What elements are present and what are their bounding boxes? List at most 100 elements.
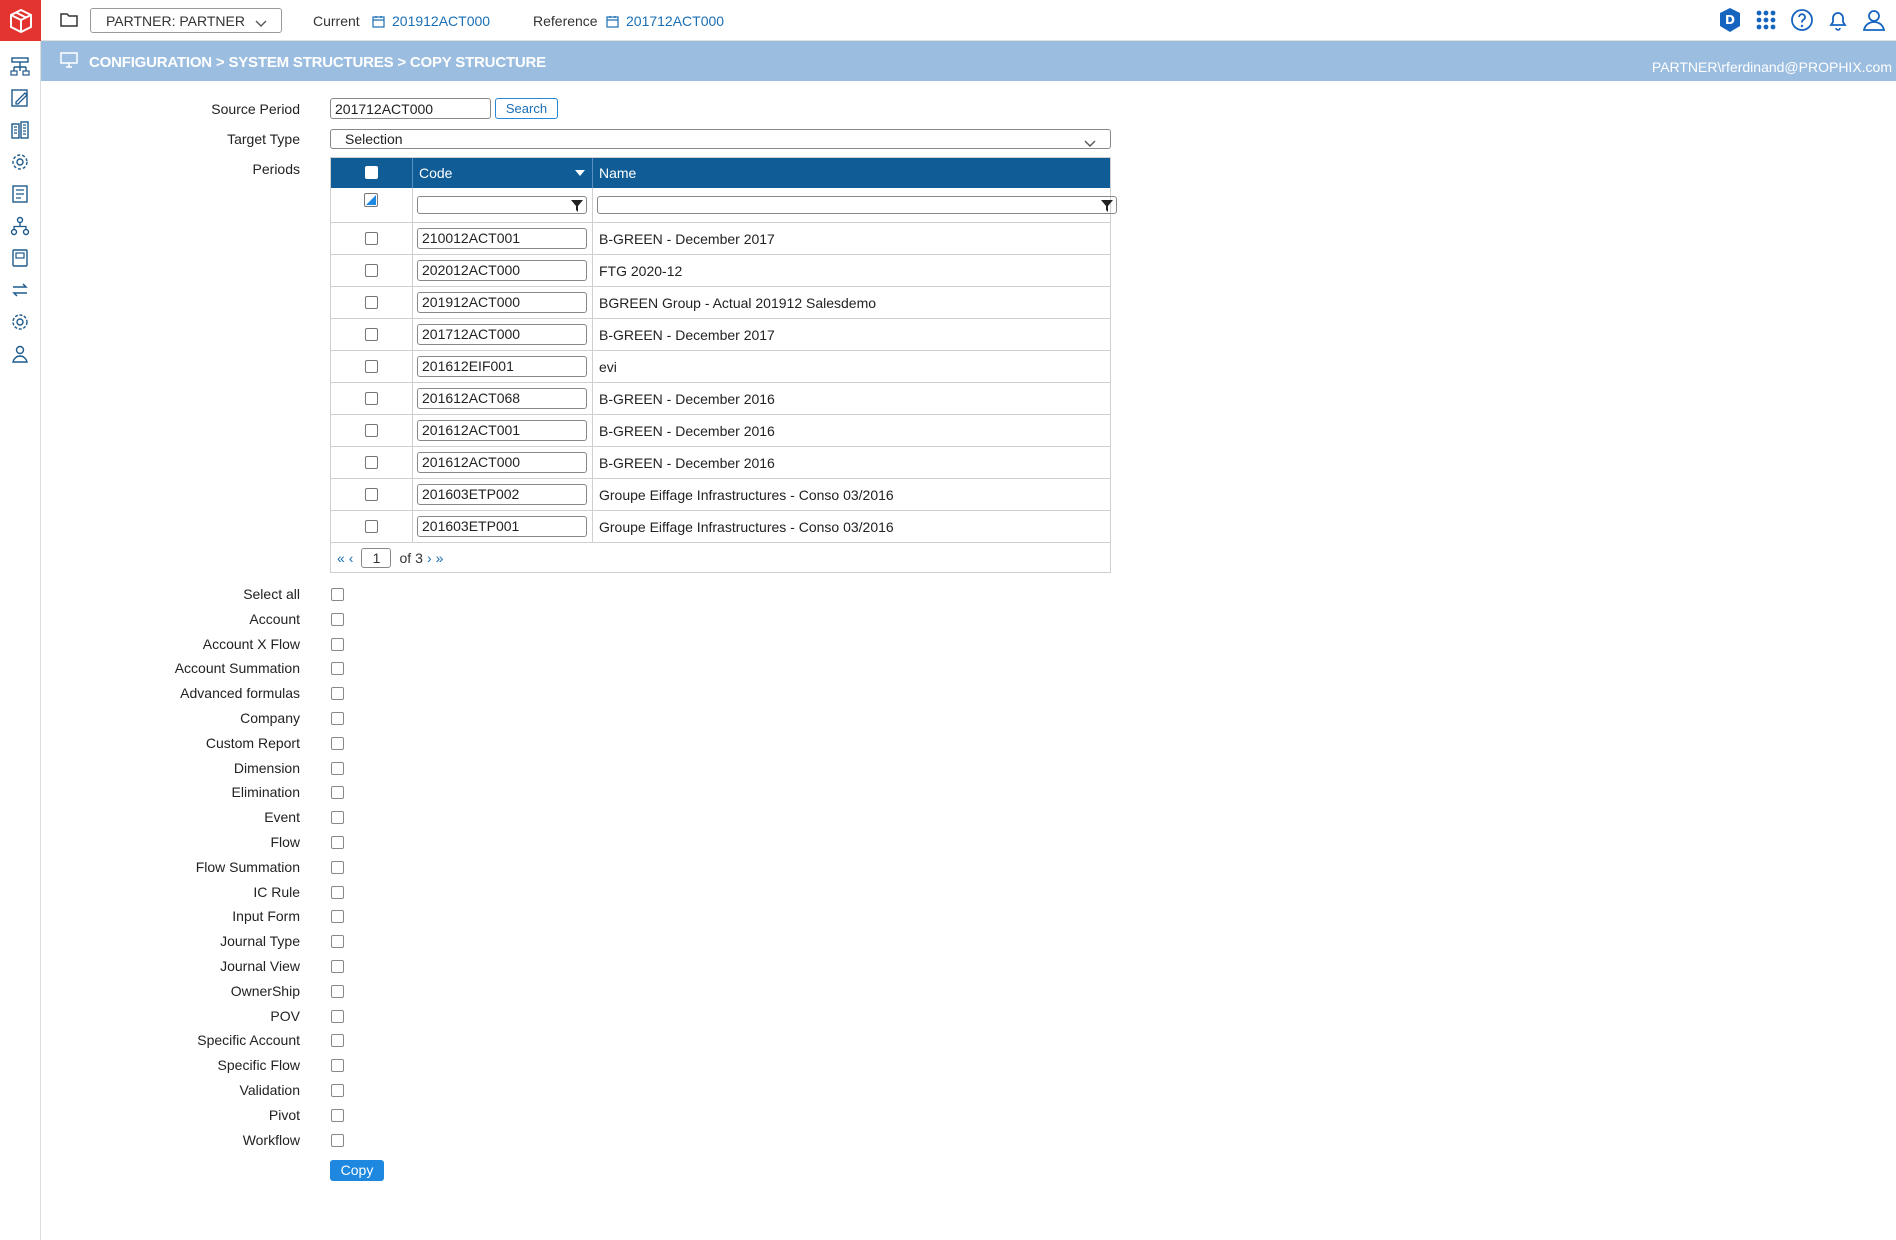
table-row[interactable]: 201612ACT001 B-GREEN - December 2016 [331, 414, 1110, 447]
filter-toggle-icon[interactable] [364, 193, 378, 207]
org-chart-icon[interactable] [9, 215, 31, 237]
option-checkbox-event[interactable] [331, 811, 344, 824]
report-icon[interactable] [9, 183, 31, 205]
partner-select[interactable]: PARTNER: PARTNER [90, 8, 282, 33]
target-type-select[interactable]: Selection [330, 129, 1111, 149]
option-checkbox-account[interactable] [331, 613, 344, 626]
help-icon[interactable] [1788, 6, 1816, 34]
table-row[interactable]: 201612ACT000 B-GREEN - December 2016 [331, 446, 1110, 479]
select-all-periods-checkbox[interactable] [365, 166, 378, 179]
option-checkbox-select-all[interactable] [331, 588, 344, 601]
option-checkbox-journal-type[interactable] [331, 935, 344, 948]
name-filter-cell [593, 188, 1117, 222]
user-badge-icon[interactable]: D [1716, 6, 1744, 34]
app-logo[interactable] [0, 0, 41, 41]
option-checkbox-workflow[interactable] [331, 1134, 344, 1147]
pager-page-input[interactable]: 1 [361, 547, 392, 568]
option-label-validation: Validation [239, 1082, 300, 1098]
row-code-input[interactable]: 202012ACT000 [417, 259, 587, 281]
option-checkbox-specific-account[interactable] [331, 1034, 344, 1047]
row-code-input[interactable]: 201603ETP001 [417, 515, 587, 537]
table-row[interactable]: 202012ACT000 FTG 2020-12 [331, 254, 1110, 287]
left-nav [0, 0, 41, 1240]
table-row[interactable]: 201603ETP002 Groupe Eiffage Infrastructur… [331, 478, 1110, 511]
row-checkbox-cell [331, 414, 413, 447]
apps-grid-icon[interactable] [1752, 6, 1780, 34]
code-filter-input[interactable] [417, 196, 587, 214]
option-checkbox-flow-summation[interactable] [331, 861, 344, 874]
name-filter-input[interactable] [597, 196, 1117, 214]
row-code-input[interactable]: 210012ACT001 [417, 227, 587, 249]
search-button[interactable]: Search [495, 98, 558, 119]
option-checkbox-specific-flow[interactable] [331, 1059, 344, 1072]
row-code-cell: 210012ACT001 [413, 222, 593, 255]
row-code-input[interactable]: 201612ACT068 [417, 387, 587, 409]
table-row[interactable]: 201712ACT000 B-GREEN - December 2017 [331, 318, 1110, 351]
edit-form-icon[interactable] [9, 87, 31, 109]
row-checkbox[interactable] [365, 231, 378, 245]
row-code-input[interactable]: 201603ETP002 [417, 483, 587, 505]
row-checkbox[interactable] [365, 327, 378, 341]
source-period-label: Source Period [211, 101, 300, 117]
column-name-header[interactable]: Name [593, 158, 1110, 188]
row-checkbox[interactable] [365, 455, 378, 469]
option-checkbox-ownership[interactable] [331, 985, 344, 998]
folder-icon[interactable] [59, 10, 81, 30]
pager-last-button[interactable]: » [436, 550, 444, 566]
option-checkbox-elimination[interactable] [331, 786, 344, 799]
option-checkbox-ic-rule[interactable] [331, 886, 344, 899]
row-code-input[interactable]: 201612ACT001 [417, 419, 587, 441]
row-checkbox[interactable] [365, 391, 378, 405]
filter-checkbox-cell [331, 188, 413, 222]
users-icon[interactable] [9, 343, 31, 365]
pager-next-button[interactable]: › [427, 550, 432, 566]
row-checkbox[interactable] [365, 423, 378, 437]
option-checkbox-custom-report[interactable] [331, 737, 344, 750]
user-profile-icon[interactable] [1860, 6, 1888, 34]
option-checkbox-account-summation[interactable] [331, 662, 344, 675]
row-code-input[interactable]: 201912ACT000 [417, 291, 587, 313]
table-row[interactable]: 210012ACT001 B-GREEN - December 2017 [331, 222, 1110, 255]
network-icon[interactable] [9, 151, 31, 173]
row-checkbox[interactable] [365, 295, 378, 309]
pager-total: 3 [415, 549, 423, 566]
table-row[interactable]: 201603ETP001 Groupe Eiffage Infrastructur… [331, 510, 1110, 543]
row-code-input[interactable]: 201712ACT000 [417, 323, 587, 345]
hierarchy-icon[interactable] [9, 55, 31, 77]
pager-first-button[interactable]: « [337, 550, 345, 566]
current-period-text: 201912ACT000 [392, 13, 491, 29]
source-period-input[interactable] [330, 98, 491, 119]
row-checkbox[interactable] [365, 359, 378, 373]
table-row[interactable]: 201912ACT000 BGREEN Group - Actual 201912… [331, 286, 1110, 319]
option-checkbox-pivot[interactable] [331, 1109, 344, 1122]
option-checkbox-dimension[interactable] [331, 762, 344, 775]
buildings-icon[interactable] [9, 119, 31, 141]
table-row[interactable]: 201612ACT068 B-GREEN - December 2016 [331, 382, 1110, 415]
table-row[interactable]: 201612EIF001 evi [331, 350, 1110, 383]
row-checkbox[interactable] [365, 487, 378, 501]
pager-prev-button[interactable]: ‹ [349, 550, 354, 566]
copy-button[interactable]: Copy [330, 1160, 384, 1181]
journal-icon[interactable] [9, 247, 31, 269]
filter-funnel-icon[interactable] [571, 200, 583, 212]
reference-period-value[interactable]: 201712ACT000 [606, 13, 724, 29]
settings-icon[interactable] [9, 311, 31, 333]
transfer-icon[interactable] [9, 279, 31, 301]
sort-desc-icon[interactable] [575, 170, 585, 177]
filter-funnel-icon[interactable] [1101, 200, 1113, 212]
current-period-value[interactable]: 201912ACT000 [372, 13, 490, 29]
option-checkbox-validation[interactable] [331, 1084, 344, 1097]
row-checkbox[interactable] [365, 519, 378, 533]
row-checkbox[interactable] [365, 263, 378, 277]
option-checkbox-company[interactable] [331, 712, 344, 725]
option-checkbox-advanced-formulas[interactable] [331, 687, 344, 700]
column-code-header[interactable]: Code [413, 158, 593, 188]
row-code-input[interactable]: 201612ACT000 [417, 451, 587, 473]
row-code-input[interactable]: 201612EIF001 [417, 355, 587, 377]
option-checkbox-pov[interactable] [331, 1010, 344, 1023]
option-checkbox-journal-view[interactable] [331, 960, 344, 973]
option-checkbox-account-x-flow[interactable] [331, 638, 344, 651]
option-checkbox-input-form[interactable] [331, 910, 344, 923]
option-checkbox-flow[interactable] [331, 836, 344, 849]
bell-icon[interactable] [1824, 6, 1852, 34]
